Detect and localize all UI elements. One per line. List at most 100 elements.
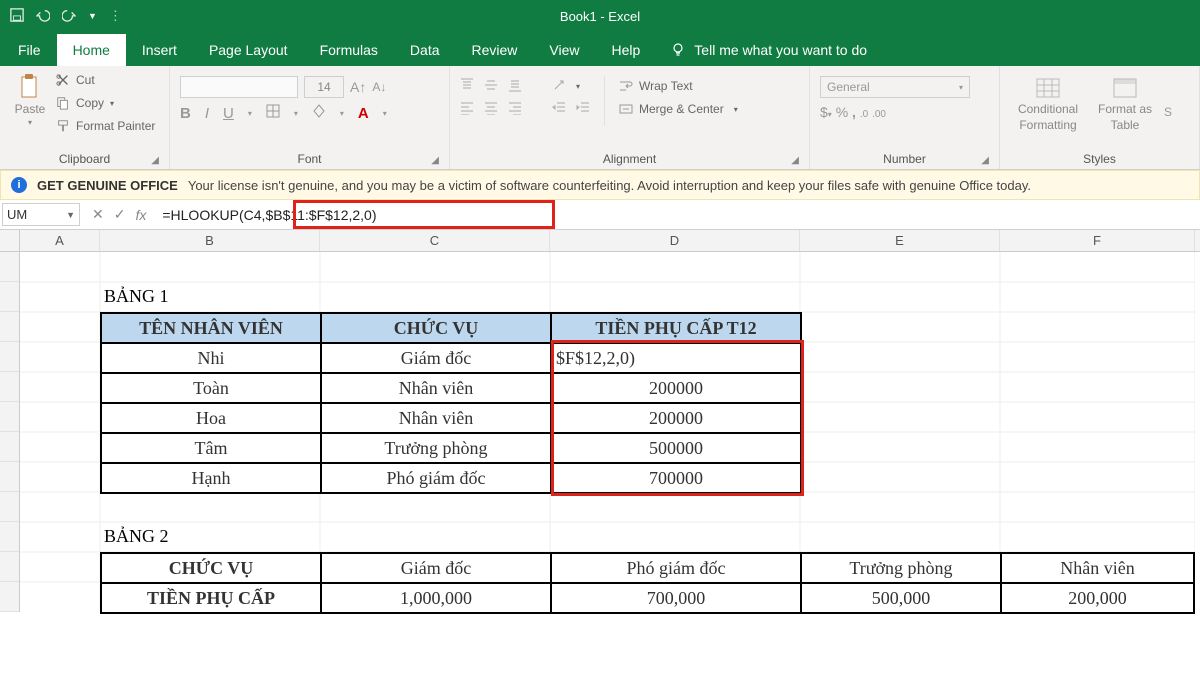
tab-file[interactable]: File xyxy=(2,34,57,66)
col-header-C[interactable]: C xyxy=(320,230,550,251)
name-box-dropdown-icon[interactable]: ▼ xyxy=(66,210,75,220)
align-bottom-icon[interactable] xyxy=(508,78,522,95)
tab-insert[interactable]: Insert xyxy=(126,34,193,66)
tab-home[interactable]: Home xyxy=(57,34,126,66)
increase-font-icon[interactable]: A↑ xyxy=(350,79,366,95)
cell[interactable]: 700,000 xyxy=(551,583,801,613)
borders-icon[interactable] xyxy=(266,104,280,122)
cell[interactable]: Toàn xyxy=(101,373,321,403)
col-header-B[interactable]: B xyxy=(100,230,320,251)
table-row[interactable]: Hoa Nhân viên 200000 xyxy=(101,403,801,433)
percent-format-button[interactable]: % xyxy=(836,104,848,120)
cell[interactable]: 700000 xyxy=(551,463,801,493)
cell[interactable]: 500000 xyxy=(551,433,801,463)
accounting-format-button[interactable]: $ xyxy=(820,104,828,120)
italic-button[interactable]: I xyxy=(205,105,209,122)
bang2-title: BẢNG 2 xyxy=(104,526,169,547)
tab-help[interactable]: Help xyxy=(596,34,657,66)
copy-button[interactable]: Copy▾ xyxy=(56,93,155,113)
number-format-dropdown[interactable]: General▾ xyxy=(820,76,970,98)
tab-review[interactable]: Review xyxy=(456,34,534,66)
cell[interactable]: Tâm xyxy=(101,433,321,463)
cell[interactable]: 200,000 xyxy=(1001,583,1194,613)
table-row[interactable]: CHỨC VỤ Giám đốc Phó giám đốc Trưởng phò… xyxy=(101,553,1194,583)
active-cell[interactable]: $F$12,2,0) xyxy=(551,343,801,373)
merge-center-button[interactable]: Merge & Center▾ xyxy=(619,99,738,119)
table-row[interactable]: Nhi Giám đốc $F$12,2,0) xyxy=(101,343,801,373)
conditional-formatting-icon xyxy=(1036,78,1060,100)
cell[interactable]: Nhi xyxy=(101,343,321,373)
cell[interactable]: 200000 xyxy=(551,373,801,403)
cell[interactable]: Phó giám đốc xyxy=(551,553,801,583)
col-header-E[interactable]: E xyxy=(800,230,1000,251)
cell[interactable]: Nhân viên xyxy=(321,403,551,433)
bold-button[interactable]: B xyxy=(180,105,191,122)
bang2-row1-label[interactable]: CHỨC VỤ xyxy=(101,553,321,583)
cancel-formula-icon[interactable]: ✕ xyxy=(92,206,104,223)
cell[interactable]: 200000 xyxy=(551,403,801,433)
col-header-F[interactable]: F xyxy=(1000,230,1195,251)
col-header-A[interactable]: A xyxy=(20,230,100,251)
name-box[interactable]: UM ▼ xyxy=(2,203,80,226)
tab-data[interactable]: Data xyxy=(394,34,456,66)
decrease-decimal-icon[interactable]: .00 xyxy=(872,109,886,120)
font-color-icon[interactable]: A xyxy=(358,105,369,122)
align-right-icon[interactable] xyxy=(508,101,522,118)
warning-title: GET GENUINE OFFICE xyxy=(37,178,178,193)
decrease-font-icon[interactable]: A↓ xyxy=(372,80,386,94)
cell[interactable]: Giám đốc xyxy=(321,553,551,583)
bang2-row2-label[interactable]: TIỀN PHỤ CẤP xyxy=(101,583,321,613)
underline-button[interactable]: U xyxy=(223,105,234,122)
align-left-icon[interactable] xyxy=(460,101,474,118)
tell-me-search[interactable]: Tell me what you want to do xyxy=(656,42,881,66)
cell[interactable]: Nhân viên xyxy=(1001,553,1194,583)
font-name-dropdown[interactable] xyxy=(180,76,298,98)
font-launcher-icon[interactable]: ◢ xyxy=(431,155,439,166)
font-size-dropdown[interactable]: 14 xyxy=(304,76,344,98)
table-row[interactable]: Toàn Nhân viên 200000 xyxy=(101,373,801,403)
decrease-indent-icon[interactable] xyxy=(552,101,566,118)
wrap-text-button[interactable]: Wrap Text xyxy=(619,76,738,96)
format-painter-button[interactable]: Format Painter xyxy=(56,116,155,136)
increase-indent-icon[interactable] xyxy=(576,101,590,118)
orientation-icon[interactable] xyxy=(552,78,566,95)
conditional-formatting-button[interactable]: ConditionalFormatting xyxy=(1010,74,1086,134)
table-row[interactable]: TIỀN PHỤ CẤP 1,000,000 700,000 500,000 2… xyxy=(101,583,1194,613)
cell[interactable]: Hạnh xyxy=(101,463,321,493)
alignment-launcher-icon[interactable]: ◢ xyxy=(791,155,799,166)
table-row[interactable]: Tâm Trưởng phòng 500000 xyxy=(101,433,801,463)
fx-icon[interactable]: fx xyxy=(135,207,146,223)
cell[interactable]: Hoa xyxy=(101,403,321,433)
col-header-D[interactable]: D xyxy=(550,230,800,251)
cell[interactable]: Phó giám đốc xyxy=(321,463,551,493)
cell[interactable]: Trưởng phòng xyxy=(321,433,551,463)
cut-button[interactable]: Cut xyxy=(56,70,155,90)
undo-icon[interactable] xyxy=(36,8,50,25)
enter-formula-icon[interactable]: ✓ xyxy=(114,206,126,223)
table-row[interactable]: Hạnh Phó giám đốc 700000 xyxy=(101,463,801,493)
cell[interactable]: 1,000,000 xyxy=(321,583,551,613)
tab-page-layout[interactable]: Page Layout xyxy=(193,34,304,66)
cell[interactable]: Giám đốc xyxy=(321,343,551,373)
qat-dropdown-icon[interactable]: ▼ xyxy=(88,11,97,21)
clipboard-launcher-icon[interactable]: ◢ xyxy=(151,155,159,166)
tab-formulas[interactable]: Formulas xyxy=(304,34,394,66)
paste-button[interactable]: Paste ▾ xyxy=(10,70,50,130)
cell[interactable]: Trưởng phòng xyxy=(801,553,1001,583)
cell[interactable]: Nhân viên xyxy=(321,373,551,403)
comma-format-button[interactable]: , xyxy=(852,104,856,120)
align-center-icon[interactable] xyxy=(484,101,498,118)
align-top-icon[interactable] xyxy=(460,78,474,95)
tab-view[interactable]: View xyxy=(533,34,595,66)
format-as-table-button[interactable]: Format asTable xyxy=(1094,74,1156,134)
spreadsheet-grid[interactable]: A B C D E F BẢNG 1 TÊN NHÂN VIÊN xyxy=(0,230,1200,612)
redo-icon[interactable] xyxy=(62,8,76,25)
qat-overflow-icon[interactable]: ⋮ xyxy=(109,8,122,24)
number-launcher-icon[interactable]: ◢ xyxy=(981,155,989,166)
formula-input[interactable] xyxy=(158,203,1200,226)
fill-color-icon[interactable] xyxy=(312,104,326,122)
cell[interactable]: 500,000 xyxy=(801,583,1001,613)
increase-decimal-icon[interactable]: .0 xyxy=(860,109,868,120)
align-middle-icon[interactable] xyxy=(484,78,498,95)
save-icon[interactable] xyxy=(10,8,24,25)
